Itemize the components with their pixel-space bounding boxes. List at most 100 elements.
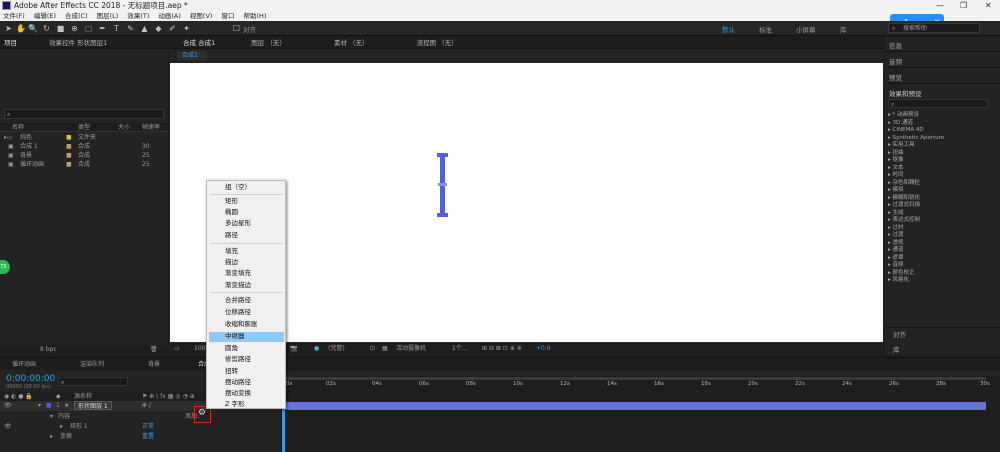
- snapshot-icon[interactable]: 📷: [290, 344, 297, 353]
- tab-render-queue[interactable]: 渲染队列: [80, 360, 104, 369]
- layer-switches-icon[interactable]: ✻ /: [142, 401, 151, 410]
- camera-select[interactable]: 活动摄像机: [396, 344, 426, 353]
- menu-effect[interactable]: 效果(T): [127, 11, 149, 21]
- eraser-tool-icon[interactable]: ◆: [154, 24, 163, 33]
- effect-category[interactable]: ▸ 实用工具: [888, 142, 988, 149]
- effect-category[interactable]: ▸ 模拟: [888, 187, 988, 194]
- transparency-grid-icon[interactable]: ▦: [382, 344, 388, 353]
- visibility-eye-icon[interactable]: 👁: [4, 401, 12, 410]
- menu-item-repeater[interactable]: 中继器: [209, 332, 284, 342]
- project-item[interactable]: ▣ 背景 ■ 合成 25: [0, 151, 168, 160]
- expand-arrow-icon[interactable]: ▸: [50, 432, 53, 441]
- camera-tool-icon[interactable]: ■: [56, 24, 65, 33]
- effects-search-input[interactable]: ⌕: [888, 99, 988, 108]
- tab-flowchart[interactable]: 流程图 （无）: [417, 39, 458, 47]
- effect-category[interactable]: ▸ 颜色校正: [888, 270, 988, 277]
- tab-background[interactable]: 背景: [148, 360, 160, 369]
- work-area-bar[interactable]: [286, 377, 986, 380]
- effect-category[interactable]: ▸ CINEMA 4D: [888, 127, 988, 134]
- quality-select[interactable]: (完整): [328, 344, 345, 353]
- menu-item-fill[interactable]: 填充: [209, 247, 284, 257]
- align-checkbox-icon[interactable]: ☐: [232, 24, 241, 33]
- zoom-tool-icon[interactable]: 🔍: [28, 24, 38, 33]
- menu-item-pucker-bloat[interactable]: 收缩和膨胀: [209, 320, 284, 330]
- tab-footage[interactable]: 素材 （无）: [334, 39, 369, 47]
- menu-window[interactable]: 窗口: [221, 11, 234, 21]
- text-tool-icon[interactable]: T: [112, 24, 121, 33]
- menu-item-gradient-fill[interactable]: 渐变填充: [209, 269, 284, 279]
- effect-category[interactable]: ▸ 抠像: [888, 157, 988, 164]
- view-layout-select[interactable]: 1个...: [452, 344, 468, 353]
- brush-tool-icon[interactable]: ✎: [126, 24, 135, 33]
- menu-item-round-corners[interactable]: 圆角: [209, 344, 284, 354]
- effect-category[interactable]: ▸ 文本: [888, 165, 988, 172]
- roto-brush-tool-icon[interactable]: ✐: [168, 24, 177, 33]
- clone-stamp-tool-icon[interactable]: ▲: [140, 24, 149, 33]
- menu-item-wiggle-paths[interactable]: 摆动路径: [209, 378, 284, 388]
- project-item[interactable]: ▣ 循环动画 ■ 合成 25: [0, 160, 168, 169]
- align-section[interactable]: 对齐: [893, 329, 906, 339]
- effect-category[interactable]: ▸ 生成: [888, 210, 988, 217]
- effect-category[interactable]: ▸ 过时: [888, 225, 988, 232]
- menu-item-gradient-stroke[interactable]: 渐变描边: [209, 281, 284, 291]
- minimize-button[interactable]: —: [936, 0, 944, 11]
- menu-animation[interactable]: 动画(A): [158, 11, 181, 21]
- effect-category[interactable]: ▸ 风格化: [888, 277, 988, 284]
- expand-arrow-icon[interactable]: ▸: [60, 422, 63, 431]
- workspace-library[interactable]: 库: [840, 24, 847, 34]
- tab-composition[interactable]: 合成 合成1: [183, 39, 215, 47]
- effect-category[interactable]: ▸ * 动画预设: [888, 112, 988, 119]
- pan-behind-tool-icon[interactable]: ⊕: [70, 24, 79, 33]
- menu-composition[interactable]: 合成(C): [65, 11, 88, 21]
- transform-label[interactable]: 变换: [60, 432, 72, 441]
- expand-arrow-icon[interactable]: ▾: [50, 412, 53, 421]
- selection-tool-icon[interactable]: ➤: [4, 24, 13, 33]
- workspace-standard[interactable]: 标准: [759, 24, 772, 34]
- exposure-value[interactable]: +0.0: [536, 344, 551, 353]
- menu-item-trim-paths[interactable]: 修剪路径: [209, 355, 284, 365]
- project-item[interactable]: ▣ 合成 1 ■ 合成 30: [0, 142, 168, 151]
- rotate-tool-icon[interactable]: ↻: [42, 24, 51, 33]
- region-icon[interactable]: ⊡: [370, 344, 375, 353]
- library-section[interactable]: 库: [893, 344, 900, 354]
- column-framerate[interactable]: 帧速率: [142, 123, 160, 132]
- column-size[interactable]: 大小: [118, 123, 130, 132]
- timeline-search-input[interactable]: ⌕: [58, 377, 128, 386]
- maximize-button[interactable]: ❐: [960, 0, 967, 11]
- effect-category[interactable]: ▸ 杂色和颗粒: [888, 180, 988, 187]
- effect-category[interactable]: ▸ Synthetic Aperture: [888, 135, 988, 142]
- effect-category[interactable]: ▸ 音频: [888, 262, 988, 269]
- puppet-tool-icon[interactable]: ✦: [182, 24, 191, 33]
- info-section[interactable]: 信息: [889, 40, 902, 50]
- tab-loop-anim[interactable]: 循环动画: [12, 360, 36, 369]
- effect-category[interactable]: ▸ 透视: [888, 240, 988, 247]
- effect-category[interactable]: ▸ 表达式控制: [888, 217, 988, 224]
- column-name[interactable]: 名称: [12, 123, 24, 132]
- tab-layer[interactable]: 图层 （无）: [251, 39, 286, 47]
- rect-group-label[interactable]: 矩形 1: [70, 422, 88, 431]
- workspace-small-screen[interactable]: 小屏幕: [796, 24, 816, 34]
- menu-item-zig-zag[interactable]: Z 字形: [209, 400, 284, 410]
- menu-item-wiggle-transform[interactable]: 摆动变换: [209, 389, 284, 399]
- menu-layer[interactable]: 图层(L): [97, 11, 119, 21]
- column-type[interactable]: 类型: [78, 123, 90, 132]
- effect-category[interactable]: ▸ 3D 通道: [888, 120, 988, 127]
- effect-category[interactable]: ▸ 模糊和锐化: [888, 195, 988, 202]
- rectangle-tool-icon[interactable]: ▢: [84, 24, 93, 33]
- tab-project[interactable]: 项目: [4, 39, 17, 47]
- visibility-eye-icon[interactable]: 👁: [4, 422, 12, 431]
- menu-item-merge-paths[interactable]: 合并路径: [209, 296, 284, 306]
- menu-item-path[interactable]: 路径: [209, 231, 284, 241]
- effects-presets-title[interactable]: 效果和预设: [889, 88, 922, 98]
- hand-tool-icon[interactable]: ✋: [16, 24, 26, 33]
- menu-item-ellipse[interactable]: 椭圆: [209, 208, 284, 218]
- menu-item-offset-paths[interactable]: 位移路径: [209, 308, 284, 318]
- menu-item-stroke[interactable]: 描边: [209, 258, 284, 268]
- menu-item-rectangle[interactable]: 矩形: [209, 197, 284, 207]
- workspace-default[interactable]: 默认: [722, 24, 735, 34]
- layer-duration-bar[interactable]: [286, 402, 986, 410]
- add-gear-icon[interactable]: ⚙: [198, 409, 206, 418]
- monitor-icon[interactable]: ▭: [174, 344, 180, 353]
- view-options-icon[interactable]: ⊞ ⊟ ⊠ ⊡ ⊕ ✲: [482, 344, 522, 353]
- column-source-name[interactable]: 源名称: [74, 392, 92, 401]
